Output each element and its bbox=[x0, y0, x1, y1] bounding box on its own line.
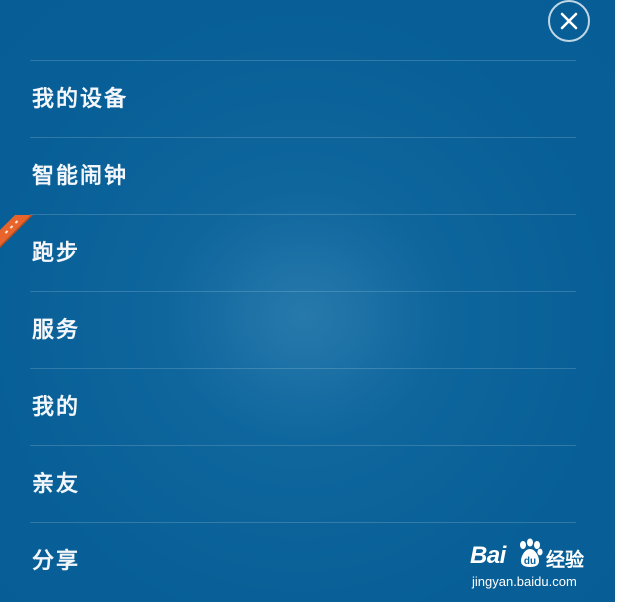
menu-item-me[interactable]: 我的 bbox=[30, 368, 576, 445]
close-button[interactable] bbox=[548, 0, 590, 42]
menu-item-friends-family[interactable]: 亲友 bbox=[30, 445, 576, 522]
baidu-paw-icon: du bbox=[520, 538, 543, 567]
svg-text:du: du bbox=[524, 556, 536, 567]
close-icon bbox=[560, 12, 578, 30]
menu-item-label: 我的设备 bbox=[32, 86, 129, 112]
watermark-brand: Bai bbox=[470, 542, 506, 569]
watermark-url: jingyan.baidu.com bbox=[472, 574, 577, 589]
watermark-product: 经验 bbox=[546, 549, 585, 571]
menu-item-label: 我的 bbox=[32, 394, 81, 420]
menu-item-label: 亲友 bbox=[32, 471, 81, 497]
menu-item-services[interactable]: 服务 bbox=[30, 291, 576, 368]
menu-item-my-devices[interactable]: 我的设备 bbox=[30, 60, 576, 137]
side-menu-panel: 我的设备 智能闹钟 跑步 服务 我的 亲友 分享 Bai du 经验 jingy… bbox=[0, 0, 615, 602]
menu-item-label: 服务 bbox=[32, 317, 81, 343]
menu-item-label: 智能闹钟 bbox=[32, 163, 129, 189]
menu-item-smart-alarm[interactable]: 智能闹钟 bbox=[30, 137, 576, 214]
main-menu: 我的设备 智能闹钟 跑步 服务 我的 亲友 分享 bbox=[30, 60, 576, 599]
baidu-jingyan-watermark: Bai du 经验 jingyan.baidu.com bbox=[470, 538, 590, 594]
menu-item-label: 分享 bbox=[32, 548, 81, 574]
menu-item-label: 跑步 bbox=[32, 240, 81, 266]
new-badge-ribbon-icon bbox=[0, 215, 33, 248]
menu-item-running[interactable]: 跑步 bbox=[30, 214, 576, 291]
